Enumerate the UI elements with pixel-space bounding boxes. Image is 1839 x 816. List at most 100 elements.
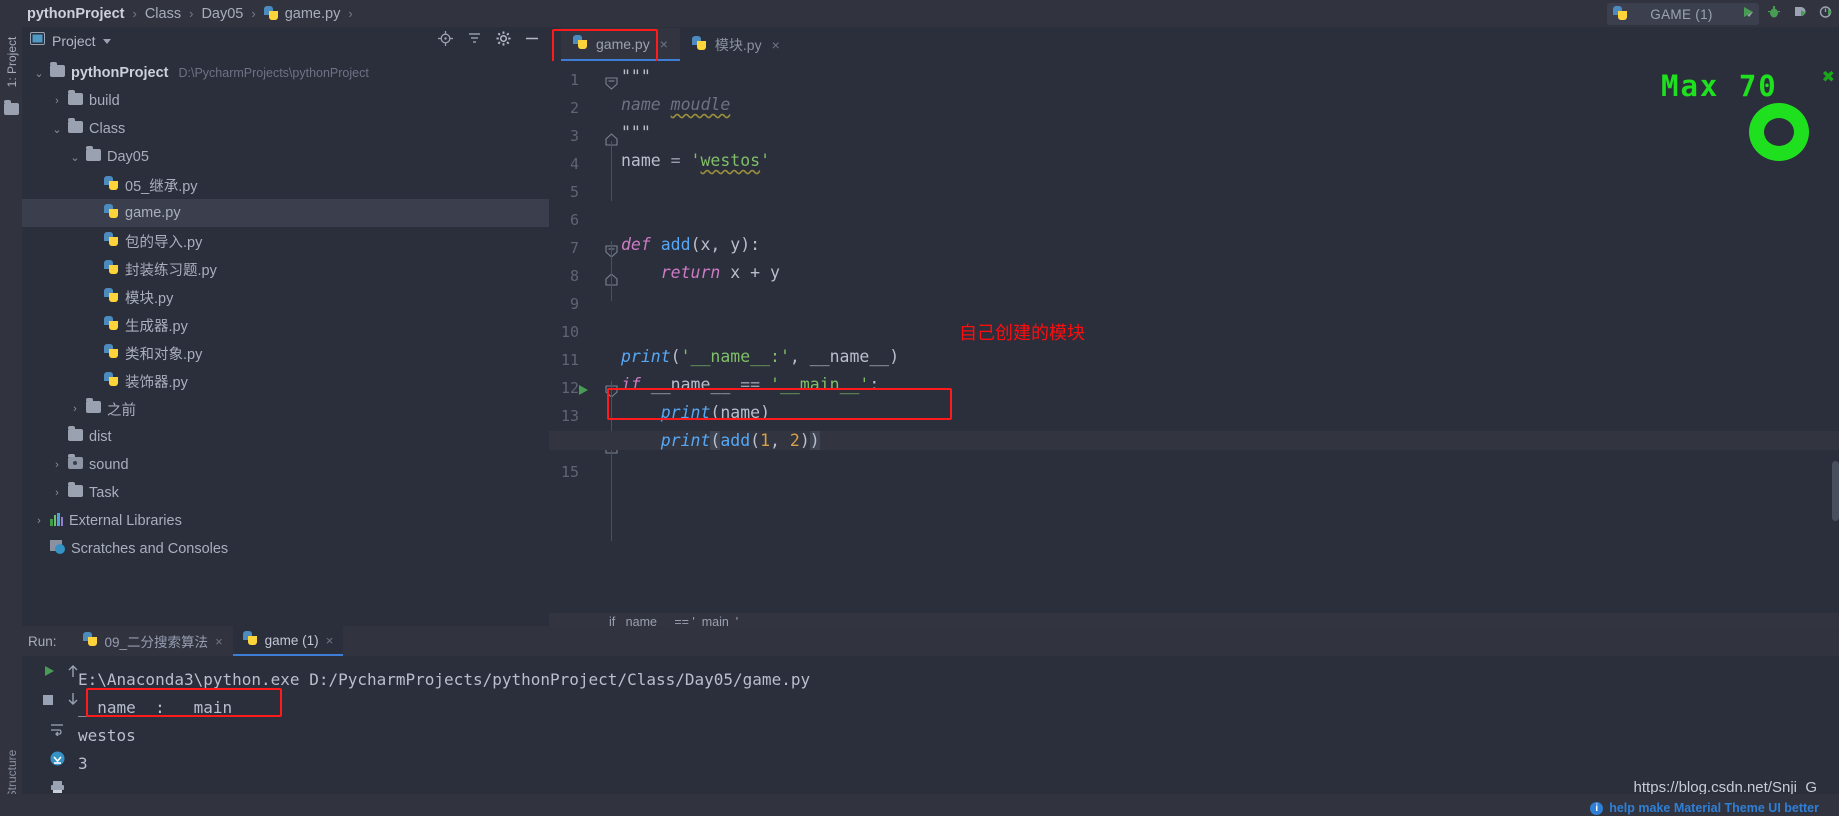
locate-icon[interactable] xyxy=(438,31,453,51)
tree-node-external-libraries[interactable]: › External Libraries xyxy=(22,507,549,535)
chevron-right-icon[interactable]: › xyxy=(86,319,100,331)
chevron-down-icon[interactable]: ⌄ xyxy=(50,123,64,136)
tree-node-build[interactable]: › build xyxy=(22,87,549,115)
tree-node-day05[interactable]: ⌄ Day05 xyxy=(22,143,549,171)
chevron-right-icon[interactable]: › xyxy=(32,543,46,555)
tree-node-label: Class xyxy=(89,121,126,137)
close-x-icon[interactable]: ✖ xyxy=(1822,67,1835,87)
code-line-4[interactable]: name = 'westos' xyxy=(621,151,770,170)
python-icon xyxy=(104,371,119,391)
tree-node-pythonproject[interactable]: ⌄ pythonProject D:\PycharmProjects\pythonP… xyxy=(22,59,549,87)
code-line-12[interactable]: if __name__ == '__main__': xyxy=(621,375,879,394)
tree-node-py[interactable]: › 封装练习题.py xyxy=(22,255,549,283)
code-text[interactable]: """ name moudle """ name = 'westos' def add(… xyxy=(549,61,1839,626)
tree-node-[interactable]: › 之前 xyxy=(22,395,549,423)
tree-node-dist[interactable]: › dist xyxy=(22,423,549,451)
close-icon[interactable]: × xyxy=(215,634,223,649)
python-icon xyxy=(1613,5,1628,23)
run-with-coverage-icon[interactable] xyxy=(1793,5,1807,24)
code-editor[interactable]: 123456789101112131415 """name moudle"""n… xyxy=(549,61,1839,626)
tree-node-class[interactable]: ⌄ Class xyxy=(22,115,549,143)
stop-icon[interactable] xyxy=(42,693,54,711)
close-icon[interactable]: × xyxy=(772,37,780,53)
gutter-line-number: 13 xyxy=(560,407,579,425)
breadcrumb-item-file[interactable]: game.py xyxy=(285,6,341,22)
chevron-right-icon[interactable]: › xyxy=(50,431,64,443)
folder-icon[interactable] xyxy=(4,100,19,120)
breadcrumb-item-day05[interactable]: Day05 xyxy=(201,6,243,22)
chevron-right-icon[interactable]: › xyxy=(86,207,100,219)
python-icon xyxy=(104,203,119,223)
tree-node-game-py[interactable]: › game.py xyxy=(22,199,549,227)
console-output[interactable]: E:\Anaconda3\python.exe D:/PycharmProjec… xyxy=(78,656,1839,794)
material-theme-label[interactable]: help make Material Theme UI better xyxy=(1609,801,1819,815)
tree-node-scratches-and-consoles[interactable]: › Scratches and Consoles xyxy=(22,535,549,563)
chevron-right-icon[interactable]: › xyxy=(50,487,64,499)
python-icon xyxy=(82,632,98,650)
code-line-3[interactable]: """ xyxy=(621,123,651,142)
run-icon[interactable] xyxy=(1741,5,1755,24)
tree-node-py[interactable]: › 包的导入.py xyxy=(22,227,549,255)
python-icon xyxy=(242,631,258,649)
left-tool-strip: 1: Project Structure xyxy=(0,27,22,816)
code-line-8[interactable]: return x + y xyxy=(621,263,780,282)
chevron-right-icon[interactable]: › xyxy=(86,235,100,247)
tree-node-05-py[interactable]: › 05_继承.py xyxy=(22,171,549,199)
code-line-7[interactable]: def add(x, y): xyxy=(621,235,760,254)
collapse-all-icon[interactable] xyxy=(467,32,482,50)
chevron-right-icon[interactable]: › xyxy=(86,291,100,303)
run-configuration-selector[interactable]: GAME (1) xyxy=(1607,3,1759,25)
material-theme-prompt[interactable]: i help make Material Theme UI better xyxy=(1590,801,1819,815)
code-line-11[interactable]: print('__name__:', __name__) xyxy=(621,347,899,366)
run-line-marker-icon[interactable] xyxy=(579,385,588,395)
editor-tab-bar[interactable]: game.py × 模块.py × xyxy=(549,27,1839,61)
chevron-right-icon[interactable]: › xyxy=(86,263,100,275)
breadcrumb-item-project[interactable]: pythonProject xyxy=(27,6,124,22)
close-icon[interactable]: × xyxy=(326,633,334,648)
tree-node-py[interactable]: › 模块.py xyxy=(22,283,549,311)
chevron-down-icon[interactable]: ⌄ xyxy=(68,151,82,164)
fold-collapse-icon[interactable] xyxy=(605,77,618,90)
breadcrumb-item-class[interactable]: Class xyxy=(145,6,181,22)
chevron-down-icon[interactable] xyxy=(102,38,111,44)
chevron-right-icon[interactable]: › xyxy=(86,347,100,359)
chevron-right-icon[interactable]: › xyxy=(50,459,64,471)
scroll-to-end-icon[interactable] xyxy=(50,751,65,771)
tree-node-py[interactable]: › 类和对象.py xyxy=(22,339,549,367)
rerun-icon[interactable] xyxy=(42,664,56,683)
tree-node-py[interactable]: › 生成器.py xyxy=(22,311,549,339)
debug-icon[interactable] xyxy=(1767,5,1781,24)
code-line-1[interactable]: """ xyxy=(621,67,651,86)
code-line-13[interactable]: print(name) xyxy=(621,403,770,422)
tree-node-task[interactable]: › Task xyxy=(22,479,549,507)
tree-node-label: Task xyxy=(89,485,119,501)
tree-node-sound[interactable]: › sound xyxy=(22,451,549,479)
chevron-down-icon[interactable]: ⌄ xyxy=(32,67,46,80)
tree-node-py[interactable]: › 装饰器.py xyxy=(22,367,549,395)
chevron-right-icon[interactable]: › xyxy=(32,515,46,527)
breadcrumb-separator: › xyxy=(348,6,353,21)
run-toolbar xyxy=(1741,3,1833,25)
project-tree[interactable]: ⌄ pythonProject D:\PycharmProjects\pythonP… xyxy=(22,55,549,563)
code-line-14[interactable]: print(add(1, 2)) xyxy=(549,431,1839,450)
editor-tab-game-py[interactable]: game.py × xyxy=(561,28,680,61)
chevron-right-icon[interactable]: › xyxy=(68,403,82,415)
code-line-2[interactable]: name moudle xyxy=(621,95,730,114)
chevron-right-icon[interactable]: › xyxy=(50,95,64,107)
editor-scrollbar[interactable] xyxy=(1832,461,1839,521)
editor-tab-模块-py[interactable]: 模块.py × xyxy=(680,28,792,61)
hide-icon[interactable] xyxy=(525,32,539,50)
profile-icon[interactable] xyxy=(1819,5,1833,24)
python-icon xyxy=(104,287,119,307)
run-tab-09-[interactable]: 09_二分搜索算法 × xyxy=(73,626,233,656)
soft-wrap-icon[interactable] xyxy=(50,722,64,741)
sidebar-item-project-tab[interactable]: 1: Project xyxy=(5,34,19,90)
run-tab-game-1-[interactable]: game (1) × xyxy=(232,626,344,656)
tree-node-label: 之前 xyxy=(107,402,136,419)
chevron-right-icon[interactable]: › xyxy=(86,179,100,191)
close-icon[interactable]: × xyxy=(660,36,668,52)
python-icon xyxy=(263,5,279,22)
tree-node-label: dist xyxy=(89,429,112,445)
chevron-right-icon[interactable]: › xyxy=(86,375,100,387)
settings-gear-icon[interactable] xyxy=(496,31,511,51)
